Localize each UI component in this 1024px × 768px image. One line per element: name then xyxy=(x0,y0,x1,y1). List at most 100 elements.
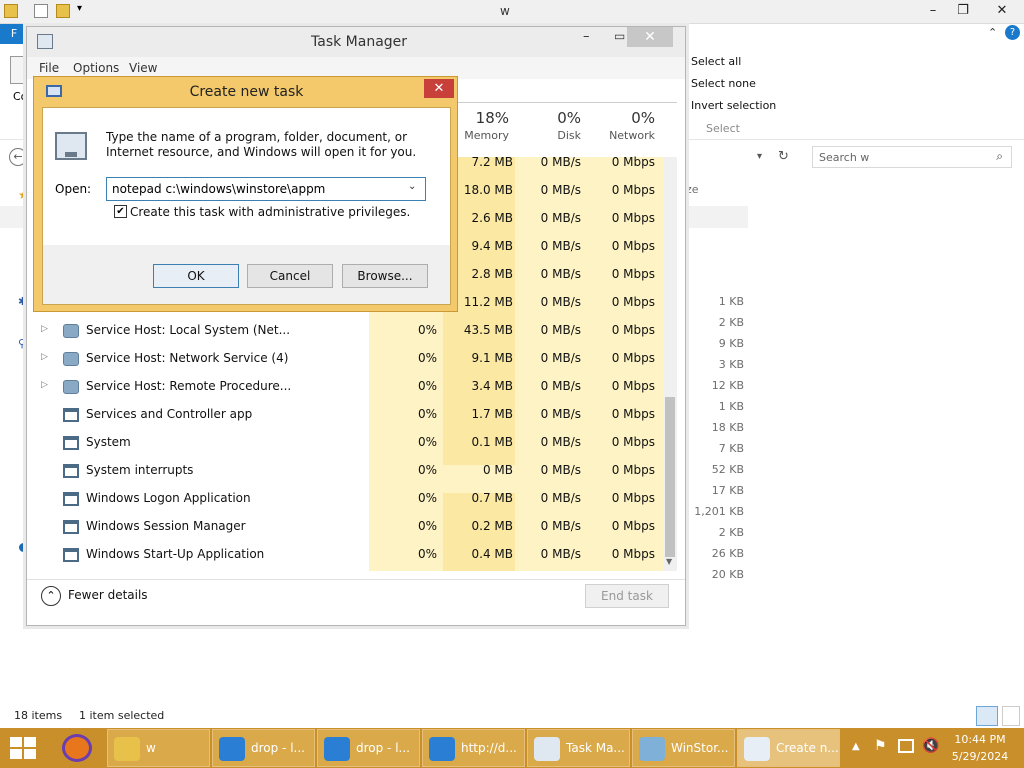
admin-privileges-label[interactable]: Create this task with administrative pri… xyxy=(130,205,410,219)
restore-button[interactable]: ❐ xyxy=(948,0,978,22)
file-size: 9 KB xyxy=(718,337,744,350)
select-all-button[interactable]: Select all xyxy=(691,55,741,68)
expand-arrow-icon[interactable]: ▷ xyxy=(41,380,48,390)
computer-icon xyxy=(55,132,87,160)
scroll-down-icon[interactable]: ▼ xyxy=(666,557,672,566)
network-column-header[interactable]: 0% Network xyxy=(587,109,655,142)
end-task-button[interactable]: End task xyxy=(585,584,669,608)
table-row[interactable]: ▷ Service Host: Local System (Net... 0% 43.… xyxy=(35,317,663,345)
file-size: 12 KB xyxy=(711,379,744,392)
network-cell: 0 Mbps xyxy=(611,211,655,225)
network-tray-icon[interactable] xyxy=(898,739,914,753)
expand-arrow-icon[interactable]: ▷ xyxy=(41,324,48,334)
volume-muted-icon[interactable]: 🔇 xyxy=(922,738,939,754)
fewer-details-button[interactable]: Fewer details xyxy=(68,588,148,602)
refresh-icon[interactable]: ↻ xyxy=(778,149,789,164)
process-name: Windows Logon Application xyxy=(86,491,251,505)
memory-cell: 1.7 MB xyxy=(471,407,513,421)
taskbar-button[interactable]: Create n... xyxy=(737,729,840,767)
start-button[interactable] xyxy=(10,737,38,759)
quick-access-dropdown-icon[interactable]: ▾ xyxy=(77,3,82,14)
table-row[interactable]: ▷ Service Host: Network Service (4) 0% 9.1 … xyxy=(35,345,663,373)
details-view-icon[interactable] xyxy=(976,706,998,726)
file-tab[interactable]: F xyxy=(0,24,28,44)
homegroup-icon[interactable]: ⚲ xyxy=(18,337,26,350)
taskbar-button[interactable]: drop - l... xyxy=(317,729,420,767)
taskbar-button[interactable]: WinStor... xyxy=(632,729,735,767)
large-icons-view-icon[interactable] xyxy=(1002,706,1020,726)
help-icon[interactable]: ? xyxy=(1005,25,1020,40)
menu-file[interactable]: File xyxy=(39,61,59,75)
browse-button[interactable]: Browse... xyxy=(342,264,428,288)
file-size: 2 KB xyxy=(718,316,744,329)
network-cell: 0 Mbps xyxy=(611,267,655,281)
process-window-icon xyxy=(63,548,79,562)
table-row[interactable]: Windows Start-Up Application 0% 0.4 MB 0 MB… xyxy=(35,541,663,569)
cancel-button[interactable]: Cancel xyxy=(247,264,333,288)
maximize-button[interactable]: ▭ xyxy=(614,29,625,43)
chevron-up-icon[interactable]: ⌃ xyxy=(41,586,61,606)
disk-column-header[interactable]: 0% Disk xyxy=(515,109,581,142)
minimize-button[interactable]: – xyxy=(583,29,590,44)
nav-pane-selected[interactable] xyxy=(0,206,28,228)
table-row[interactable]: System interrupts 0% 0 MB 0 MB/s 0 Mbps xyxy=(35,457,663,485)
taskbar-button[interactable]: w xyxy=(107,729,210,767)
size-column-header[interactable]: ze xyxy=(686,183,699,196)
table-row[interactable]: Services and Controller app 0% 1.7 MB 0 MB/… xyxy=(35,401,663,429)
admin-privileges-checkbox[interactable]: ✔ xyxy=(114,205,127,218)
explorer-title-bar: ▾ w – ❐ ✕ xyxy=(0,0,1024,24)
file-size: 7 KB xyxy=(718,442,744,455)
firefox-icon[interactable] xyxy=(62,734,92,762)
open-combobox-input[interactable] xyxy=(106,177,426,201)
network-cell: 0 Mbps xyxy=(611,463,655,477)
menu-view[interactable]: View xyxy=(129,61,157,75)
selection-count: 1 item selected xyxy=(79,709,165,722)
clock-date[interactable]: 5/29/2024 xyxy=(950,750,1010,763)
taskbar-button[interactable]: Task Ma... xyxy=(527,729,630,767)
chevron-down-icon[interactable]: ⌄ xyxy=(408,181,416,192)
address-dropdown-icon[interactable]: ▾ xyxy=(757,151,762,162)
disk-cell: 0 MB/s xyxy=(540,239,581,253)
new-folder-icon[interactable] xyxy=(56,4,70,18)
clock-time[interactable]: 10:44 PM xyxy=(950,733,1010,746)
close-button[interactable]: ✕ xyxy=(627,27,673,47)
disk-cell: 0 MB/s xyxy=(540,519,581,533)
taskbar-button-label: w xyxy=(146,741,156,755)
close-button[interactable]: ✕ xyxy=(980,0,1024,22)
disk-cell: 0 MB/s xyxy=(540,183,581,197)
memory-cell: 9.1 MB xyxy=(471,351,513,365)
invert-selection-button[interactable]: Invert selection xyxy=(691,99,776,112)
taskbar-button[interactable]: drop - l... xyxy=(212,729,315,767)
search-input[interactable]: Search w ⌕ xyxy=(812,146,1012,168)
dialog-close-button[interactable]: ✕ xyxy=(424,79,454,98)
action-center-flag-icon[interactable]: ⚑ xyxy=(874,738,887,754)
ok-button[interactable]: OK xyxy=(153,264,239,288)
properties-icon[interactable] xyxy=(34,4,48,18)
network-cell: 0 Mbps xyxy=(611,351,655,365)
service-gear-icon xyxy=(63,324,79,338)
item-count: 18 items xyxy=(14,709,63,722)
service-gear-icon xyxy=(63,380,79,394)
table-row[interactable]: System 0% 0.1 MB 0 MB/s 0 Mbps xyxy=(35,429,663,457)
scrollbar-thumb[interactable] xyxy=(665,397,675,557)
table-row[interactable]: ▷ Service Host: Remote Procedure... 0% 3.4 … xyxy=(35,373,663,401)
ribbon-collapse-icon[interactable]: ⌃ xyxy=(988,26,997,39)
file-size: 20 KB xyxy=(711,568,744,581)
memory-cell: 0.2 MB xyxy=(471,519,513,533)
taskbar-button[interactable]: http://d... xyxy=(422,729,525,767)
selected-row-highlight xyxy=(686,206,748,228)
search-icon[interactable]: ⌕ xyxy=(996,149,1003,164)
network-cell: 0 Mbps xyxy=(611,239,655,253)
process-name: Service Host: Network Service (4) xyxy=(86,351,289,365)
back-arrow-icon[interactable]: ← xyxy=(9,148,27,166)
table-row[interactable]: Windows Session Manager 0% 0.2 MB 0 MB/s 0 M… xyxy=(35,513,663,541)
expand-arrow-icon[interactable]: ▷ xyxy=(41,352,48,362)
process-window-icon xyxy=(63,436,79,450)
table-row[interactable]: Windows Logon Application 0% 0.7 MB 0 MB/s 0… xyxy=(35,485,663,513)
copy-icon[interactable] xyxy=(10,56,26,84)
tray-expand-icon[interactable]: ▲ xyxy=(852,741,860,752)
minimize-button[interactable]: – xyxy=(918,0,948,22)
cpu-cell: 0% xyxy=(417,323,437,337)
select-none-button[interactable]: Select none xyxy=(691,77,756,90)
menu-options[interactable]: Options xyxy=(73,61,119,75)
